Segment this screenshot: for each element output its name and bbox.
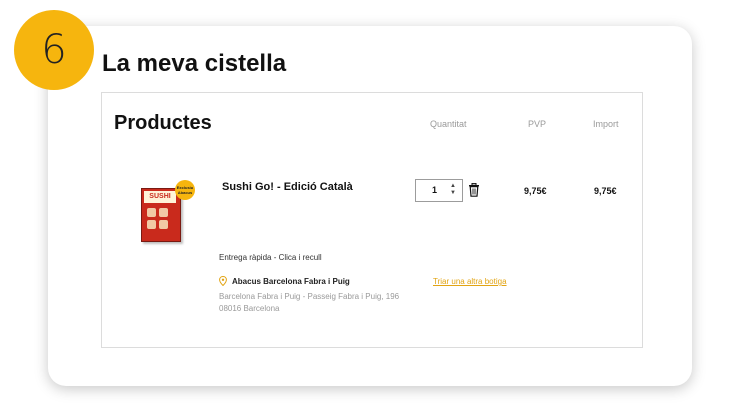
product-name[interactable]: Sushi Go! - Edició Català [222,181,353,193]
delivery-method: Entrega ràpida - Clica i recull [219,253,322,262]
section-title: Productes [114,112,212,134]
column-header-quantity: Quantitat [430,119,467,129]
unit-price: 9,75€ [524,186,547,196]
product-image-tile [159,208,168,217]
trash-icon[interactable] [468,183,480,197]
product-image-logo: SUSHI GO! [144,191,176,212]
step-number-badge: 6 [14,10,94,90]
product-image-tile [147,220,156,229]
product-image-tile [159,220,168,229]
column-header-import: Import [593,119,619,129]
quantity-value[interactable]: 1 [432,185,437,195]
quantity-stepper[interactable]: 1 ▲ ▼ [415,179,463,202]
stepper-arrows-icon[interactable]: ▲ ▼ [450,183,456,197]
page-title: La meva cistella [102,50,287,77]
store-address-line1: Barcelona Fabra i Puig - Passeig Fabra i… [219,292,400,301]
store-address-line2: 08016 Barcelona [219,304,280,313]
product-image-tile [147,208,156,217]
location-pin-icon [219,276,227,286]
exclusive-badge: Exclusiu Abacus [175,180,195,200]
column-header-pvp: PVP [528,119,547,129]
line-total: 9,75€ [594,186,617,196]
choose-another-store-link[interactable]: Triar una altra botiga [433,277,507,286]
store-name: Abacus Barcelona Fabra i Puig [232,277,350,286]
